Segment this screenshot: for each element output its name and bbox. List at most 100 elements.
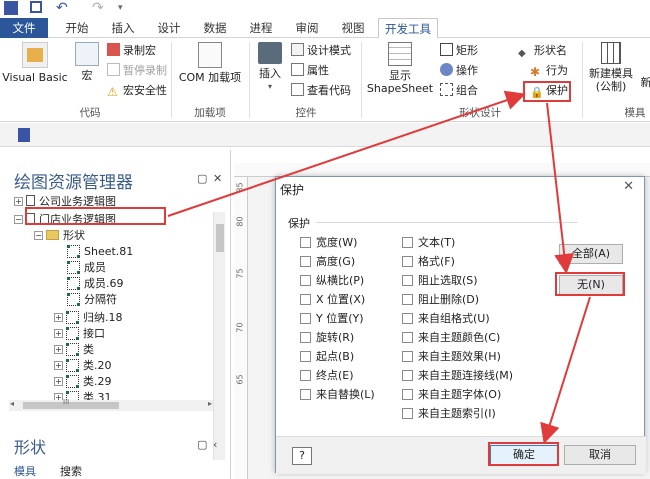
new-stencil-extra-button[interactable]: 新 <box>640 76 650 89</box>
tab-home[interactable]: 开始 <box>58 18 96 38</box>
protection-checkbox[interactable]: 终点(E) <box>300 368 354 384</box>
checkbox-box[interactable] <box>402 332 413 343</box>
tab-insert[interactable]: 插入 <box>104 18 142 38</box>
tree-item[interactable]: + 归纳.18 <box>54 310 123 326</box>
collapse-icon[interactable]: − <box>14 215 23 224</box>
checkbox-box[interactable] <box>402 370 413 381</box>
checkbox-box[interactable] <box>402 389 413 400</box>
checkbox-box[interactable] <box>300 351 311 362</box>
help-icon[interactable]: ? <box>292 447 312 465</box>
tab-design[interactable]: 设计 <box>150 18 188 38</box>
insert-control-button[interactable]: 插入 ▾ <box>253 42 287 93</box>
select-all-button[interactable]: 全部(A) <box>559 244 623 264</box>
tab-developer[interactable]: 开发工具 <box>378 18 438 39</box>
save-icon[interactable] <box>30 1 42 13</box>
panel-restore-icon[interactable]: ▢ <box>197 172 207 185</box>
checkbox-box[interactable] <box>300 389 311 400</box>
checkbox-box[interactable] <box>402 294 413 305</box>
tab-file[interactable]: 文件 <box>0 18 48 38</box>
checkbox-box[interactable] <box>300 237 311 248</box>
protection-checkbox[interactable]: Y 位置(Y) <box>300 311 364 327</box>
rectangle-button[interactable]: 矩形 <box>440 42 478 60</box>
protection-checkbox[interactable]: 纵横比(P) <box>300 273 364 289</box>
scroll-left-icon[interactable]: ◂ <box>10 399 14 408</box>
protection-checkbox[interactable]: 格式(F) <box>402 254 455 270</box>
pause-recording-button[interactable]: 暂停录制 <box>107 62 167 80</box>
horizontal-scrollbar[interactable]: ◂ III ▸ <box>9 398 213 411</box>
tab-stencils[interactable]: 模具 <box>14 463 36 479</box>
protection-checkbox[interactable]: 来自替换(L) <box>300 387 375 403</box>
cancel-button[interactable]: 取消 <box>564 445 636 465</box>
checkbox-box[interactable] <box>402 408 413 419</box>
tree-item[interactable]: 分隔符 <box>67 292 117 308</box>
protection-checkbox[interactable]: 来自主题连接线(M) <box>402 368 513 384</box>
visual-basic-button[interactable]: Visual Basic <box>2 42 68 84</box>
expand-icon[interactable]: + <box>54 345 63 354</box>
expand-icon[interactable]: + <box>54 313 63 322</box>
protection-checkbox[interactable]: 来自组格式(U) <box>402 311 490 327</box>
checkbox-box[interactable] <box>402 351 413 362</box>
scrollbar-thumb[interactable]: III <box>23 398 119 409</box>
select-none-button[interactable]: 无(N) <box>559 275 623 295</box>
tree-item[interactable]: + 类 <box>54 342 94 358</box>
tree-item[interactable]: Sheet.81 <box>67 244 133 260</box>
protection-checkbox[interactable]: 来自主题效果(H) <box>402 349 501 365</box>
protection-checkbox[interactable]: 宽度(W) <box>300 235 357 251</box>
view-code-button[interactable]: 查看代码 <box>291 82 351 100</box>
operations-button[interactable]: 操作 <box>440 62 478 80</box>
protection-checkbox[interactable]: 阻止删除(D) <box>402 292 479 308</box>
checkbox-box[interactable] <box>402 237 413 248</box>
protection-checkbox[interactable]: 高度(G) <box>300 254 355 270</box>
vertical-scrollbar[interactable] <box>213 212 225 460</box>
protection-checkbox[interactable]: 文本(T) <box>402 235 455 251</box>
tab-process[interactable]: 进程 <box>242 18 280 38</box>
protection-checkbox[interactable]: 来自主题索引(I) <box>402 406 496 422</box>
tab-review[interactable]: 审阅 <box>288 18 326 38</box>
checkbox-box[interactable] <box>300 256 311 267</box>
checkbox-box[interactable] <box>300 313 311 324</box>
expand-icon[interactable]: + <box>54 329 63 338</box>
tree-item[interactable]: 成员.69 <box>67 276 124 292</box>
tree-item[interactable]: + 公司业务逻辑图 <box>14 194 116 210</box>
tree-item[interactable]: − 形状 <box>34 228 85 244</box>
scroll-right-icon[interactable]: ▸ <box>208 399 212 408</box>
tree-item[interactable]: + 类.20 <box>54 358 112 374</box>
expand-icon[interactable]: + <box>14 197 23 206</box>
shape-name-button[interactable]: ◆ 形状名 <box>518 42 567 60</box>
checkbox-box[interactable] <box>402 275 413 286</box>
behavior-button[interactable]: ✱ 行为 <box>530 62 568 80</box>
protection-checkbox[interactable]: X 位置(X) <box>300 292 365 308</box>
tree-item[interactable]: + 类.29 <box>54 374 112 390</box>
expand-icon[interactable]: + <box>54 361 63 370</box>
checkbox-box[interactable] <box>300 294 311 305</box>
protection-checkbox[interactable]: 旋转(R) <box>300 330 354 346</box>
close-icon[interactable]: ✕ <box>623 179 634 194</box>
ok-button[interactable]: 确定 <box>490 445 558 465</box>
close-icon[interactable]: ✕ <box>213 172 222 185</box>
redo-icon[interactable]: ↷ <box>92 1 104 17</box>
show-shapesheet-button[interactable]: 显示 ShapeSheet <box>364 42 436 95</box>
protection-checkbox[interactable]: 来自主题颜色(C) <box>402 330 500 346</box>
expand-icon[interactable]: + <box>54 377 63 386</box>
properties-button[interactable]: 属性 <box>291 62 329 80</box>
new-stencil-button[interactable]: 新建模具 (公制) <box>584 42 638 93</box>
checkbox-box[interactable] <box>300 370 311 381</box>
macro-security-button[interactable]: ⚠ 宏安全性 <box>107 82 167 100</box>
tab-view[interactable]: 视图 <box>334 18 372 38</box>
chevron-left-icon[interactable]: ‹ <box>213 438 217 451</box>
com-addins-button[interactable]: COM 加载项 <box>176 42 244 84</box>
design-mode-button[interactable]: 设计模式 <box>291 42 351 60</box>
panel-restore-icon[interactable]: ▢ <box>197 438 207 451</box>
checkbox-box[interactable] <box>402 313 413 324</box>
tab-search[interactable]: 搜索 <box>60 463 82 479</box>
protection-checkbox[interactable]: 起点(B) <box>300 349 354 365</box>
tree-item[interactable]: − 门店业务逻辑图 <box>14 212 116 228</box>
protection-checkbox[interactable]: 阻止选取(S) <box>402 273 478 289</box>
checkbox-box[interactable] <box>300 332 311 343</box>
customize-qat-icon[interactable]: ▾ <box>118 1 123 17</box>
tab-data[interactable]: 数据 <box>196 18 234 38</box>
record-macro-button[interactable]: 录制宏 <box>107 42 156 60</box>
collapse-icon[interactable]: − <box>34 231 43 240</box>
checkbox-box[interactable] <box>402 256 413 267</box>
checkbox-box[interactable] <box>300 275 311 286</box>
